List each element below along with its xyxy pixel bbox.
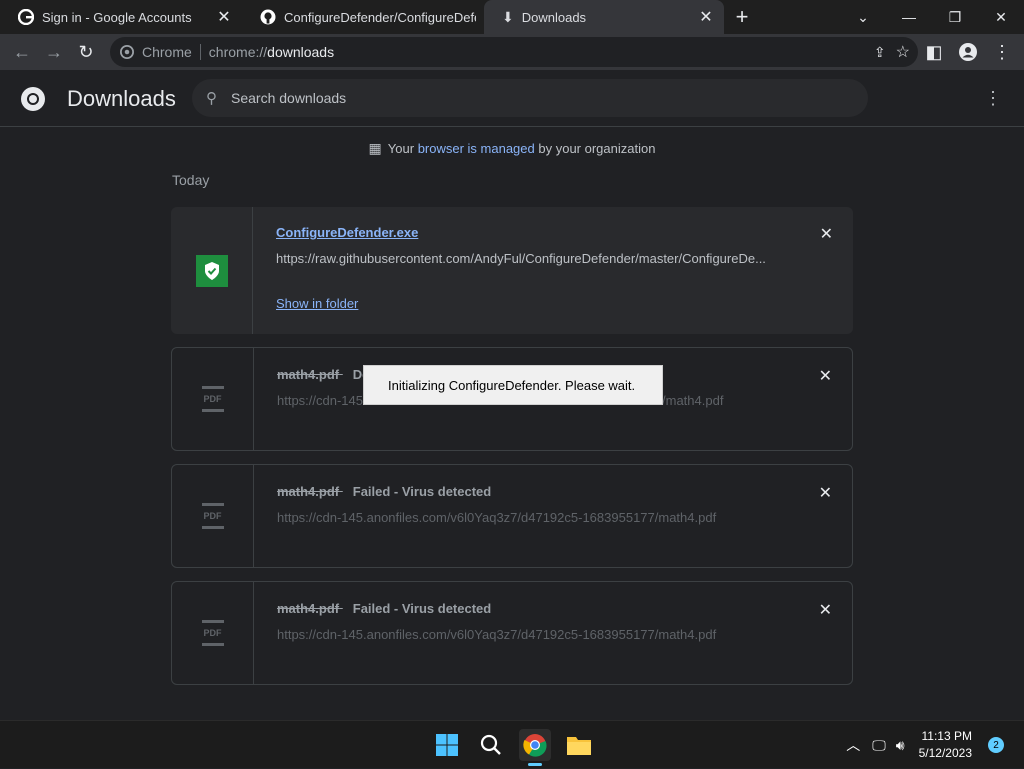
file-name-text: math4.pdf — [277, 601, 340, 616]
date-section-heading: Today — [172, 172, 210, 188]
reload-button[interactable]: ↻ — [70, 36, 102, 68]
remove-item-button[interactable]: ✕ — [819, 366, 832, 386]
file-explorer-icon[interactable] — [563, 729, 595, 761]
menu-icon[interactable]: ⋮ — [986, 36, 1018, 68]
profile-icon[interactable] — [952, 36, 984, 68]
clock-time: 11:13 PM — [921, 729, 972, 743]
tab-title: ConfigureDefender/ConfigureDefe — [284, 9, 476, 25]
download-item: ConfigureDefender.exe https://raw.github… — [171, 207, 853, 334]
file-icon-column — [171, 207, 253, 334]
download-item: PDF math4.pdf Failed - Virus detected ht… — [171, 464, 853, 568]
managed-notice: ▦ Your browser is managed by your organiz… — [0, 140, 1024, 157]
pdf-file-icon: PDF — [201, 620, 224, 646]
restore-button[interactable]: ❐ — [932, 0, 978, 34]
browser-managed-link[interactable]: browser is managed — [418, 141, 535, 156]
tab-google-signin[interactable]: Sign in - Google Accounts ✕ — [0, 0, 242, 34]
tab-title: Sign in - Google Accounts — [42, 9, 192, 25]
file-name-link[interactable]: ConfigureDefender.exe — [276, 225, 418, 240]
side-panel-icon[interactable]: ◧ — [918, 36, 950, 68]
file-url[interactable]: https://cdn-145.anonfiles.com/v6l0Yaq3z7… — [277, 627, 777, 642]
file-name-text: math4.pdf — [277, 484, 340, 499]
pdf-label: PDF — [203, 628, 222, 638]
tab-title: Downloads — [521, 9, 587, 25]
google-icon — [18, 9, 34, 25]
window-controls: ⌄ — ❐ ✕ — [840, 0, 1024, 34]
browser-toolbar: ← → ↻ Chrome chrome://downloads ⇪ ☆ ◧ ⋮ — [0, 34, 1024, 70]
omnibox-divider — [199, 44, 201, 60]
show-in-folder-link[interactable]: Show in folder — [276, 296, 358, 311]
close-icon[interactable]: ✕ — [696, 7, 716, 27]
file-icon-column: PDF — [172, 348, 254, 450]
file-url[interactable]: https://cdn-145.anonfiles.com/v6l0Yaq3z7… — [277, 510, 777, 525]
share-icon[interactable]: ⇪ — [874, 44, 886, 61]
close-icon[interactable]: ✕ — [214, 7, 234, 27]
pdf-label: PDF — [203, 394, 222, 404]
clock[interactable]: 11:13 PM 5/12/2023 — [919, 728, 972, 762]
url-path: downloads — [267, 44, 335, 60]
toolbar-right: ◧ ⋮ — [918, 36, 1018, 68]
omnibox-actions: ⇪ ☆ — [874, 37, 910, 67]
download-item: PDF math4.pdf Failed - Virus detected ht… — [171, 581, 853, 685]
file-name[interactable]: math4.pdf Failed - Virus detected — [277, 484, 491, 499]
url-scheme: chrome:// — [208, 44, 268, 60]
system-tray: ︿ 🖵 🔊︎ 11:13 PM 5/12/2023 2 — [846, 721, 1024, 769]
tab-downloads[interactable]: ⬇ Downloads ✕ — [484, 0, 724, 34]
managed-suffix: by your organization — [538, 141, 656, 156]
search-icon[interactable] — [475, 729, 507, 761]
pdf-file-icon: PDF — [201, 503, 224, 529]
remove-item-button[interactable]: ✕ — [820, 224, 833, 244]
bookmark-star-icon[interactable]: ☆ — [896, 42, 910, 62]
file-name[interactable]: math4.pdf De — [277, 367, 369, 382]
address-bar[interactable]: Chrome chrome://downloads ⇪ ☆ — [110, 37, 918, 67]
pdf-file-icon: PDF — [201, 386, 224, 412]
shield-check-icon — [195, 254, 228, 287]
clock-date: 5/12/2023 — [918, 746, 972, 760]
download-icon: ⬇ — [502, 8, 514, 25]
download-status: Failed - Virus detected — [352, 601, 492, 616]
file-icon-column: PDF — [172, 465, 254, 567]
building-icon: ▦ — [368, 140, 382, 156]
taskbar: ︿ 🖵 🔊︎ 11:13 PM 5/12/2023 2 — [0, 720, 1024, 768]
omnibox-chip: Chrome — [142, 44, 192, 60]
github-icon — [260, 9, 276, 25]
network-icon[interactable]: 🖵 — [872, 737, 886, 754]
file-icon-column: PDF — [172, 582, 254, 684]
forward-button[interactable]: → — [38, 36, 70, 68]
search-icon: ⚲ — [206, 90, 217, 107]
minimize-button[interactable]: — — [886, 0, 932, 34]
pdf-label: PDF — [203, 511, 222, 521]
tab-github[interactable]: ConfigureDefender/ConfigureDefe — [242, 0, 484, 34]
windows-start-icon[interactable] — [431, 729, 463, 761]
volume-icon[interactable]: 🔊︎ — [896, 737, 905, 754]
file-url-end: /math4.pdf — [662, 393, 724, 408]
chrome-logo-icon — [20, 86, 46, 117]
page-title: Downloads — [67, 86, 176, 111]
chrome-icon — [120, 45, 134, 59]
file-name[interactable]: math4.pdf Failed - Virus detected — [277, 601, 491, 616]
download-status: Failed - Virus detected — [352, 484, 492, 499]
popup-message: Initializing ConfigureDefender. Please w… — [388, 377, 636, 393]
search-box[interactable]: ⚲ — [192, 79, 868, 117]
remove-item-button[interactable]: ✕ — [819, 483, 832, 503]
downloads-header: Downloads ⚲ ⋮ — [0, 70, 1024, 127]
remove-item-button[interactable]: ✕ — [819, 600, 832, 620]
chevron-up-icon[interactable]: ︿ — [846, 735, 860, 755]
chrome-taskbar-icon[interactable] — [519, 729, 551, 766]
close-window-button[interactable]: ✕ — [978, 0, 1024, 34]
file-name-text: math4.pdf — [277, 367, 340, 382]
more-actions-icon[interactable]: ⋮ — [984, 88, 1002, 109]
back-button[interactable]: ← — [6, 36, 38, 68]
search-input[interactable] — [231, 90, 791, 106]
initializing-popup: Initializing ConfigureDefender. Please w… — [363, 365, 663, 405]
new-tab-button[interactable]: + — [724, 0, 760, 34]
notification-badge[interactable]: 2 — [988, 737, 1004, 753]
managed-prefix: Your — [387, 141, 415, 156]
file-url[interactable]: https://raw.githubusercontent.com/AndyFu… — [276, 251, 776, 266]
tab-strip: Sign in - Google Accounts ✕ ConfigureDef… — [0, 0, 1024, 34]
tab-search-chevron-icon[interactable]: ⌄ — [840, 0, 886, 34]
